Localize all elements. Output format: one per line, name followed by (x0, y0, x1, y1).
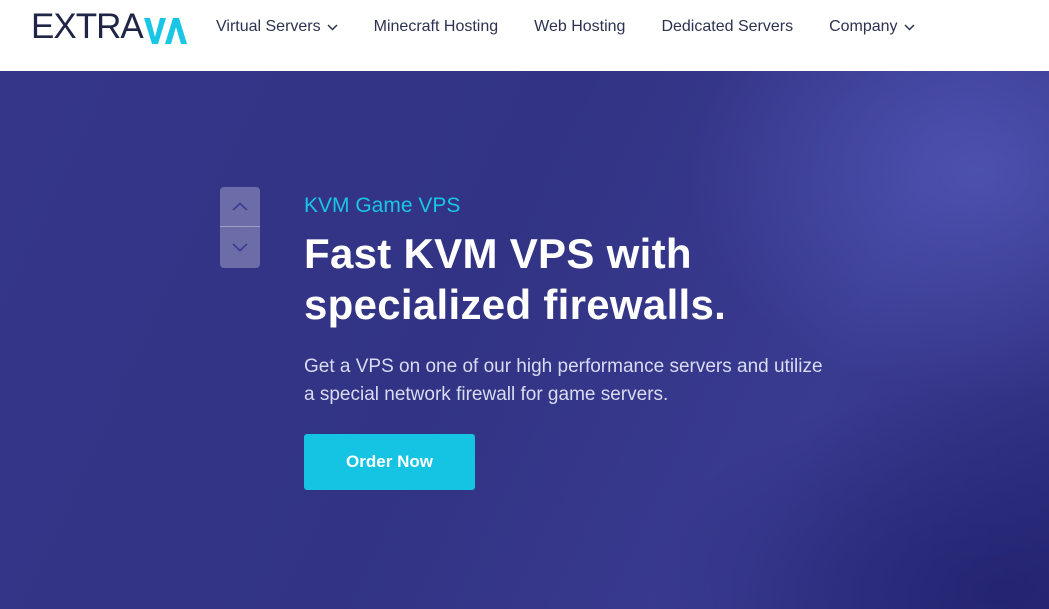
chevron-down-icon (904, 23, 915, 31)
hero-headline-line-2: specialized firewalls. (304, 281, 727, 328)
nav-item-label: Web Hosting (534, 18, 626, 35)
hero-description-line-2: a special network firewall for game serv… (304, 384, 669, 405)
hero-section: KVM Game VPS Fast KVM VPS with specializ… (0, 71, 1049, 609)
main-nav: Virtual Servers Minecraft Hosting Web Ho… (216, 0, 951, 54)
nav-item-label: Minecraft Hosting (373, 18, 499, 35)
chevron-up-icon (232, 202, 248, 211)
order-now-button[interactable]: Order Now (304, 434, 475, 490)
nav-item-dedicated-servers[interactable]: Dedicated Servers (661, 18, 793, 36)
hero-headline-line-1: Fast KVM VPS with (304, 230, 692, 277)
top-navbar: EXTRA Virtual Servers Minecraft Hosting … (0, 0, 1049, 71)
chevron-down-icon (327, 23, 338, 31)
slider-next-button[interactable] (220, 227, 260, 268)
nav-item-virtual-servers[interactable]: Virtual Servers (216, 18, 338, 36)
hero-description-line-1: Get a VPS on one of our high performance… (304, 356, 823, 377)
nav-item-label: Company (829, 18, 898, 35)
hero-description: Get a VPS on one of our high performance… (304, 353, 864, 409)
chevron-down-icon (232, 243, 248, 252)
logo-wordmark: EXTRA (31, 7, 144, 46)
extravm-logo[interactable]: EXTRA (31, 7, 187, 46)
nav-item-label: Virtual Servers (216, 18, 321, 35)
nav-item-minecraft-hosting[interactable]: Minecraft Hosting (374, 18, 499, 36)
hero-headline: Fast KVM VPS with specialized firewalls. (304, 228, 864, 330)
nav-item-web-hosting[interactable]: Web Hosting (534, 18, 625, 36)
slider-controls (220, 187, 260, 268)
nav-item-label: Dedicated Servers (661, 18, 794, 35)
hero-eyebrow: KVM Game VPS (304, 194, 461, 217)
logo-vm-mark (143, 18, 187, 44)
slider-prev-button[interactable] (220, 187, 260, 227)
nav-item-company[interactable]: Company (829, 18, 915, 36)
